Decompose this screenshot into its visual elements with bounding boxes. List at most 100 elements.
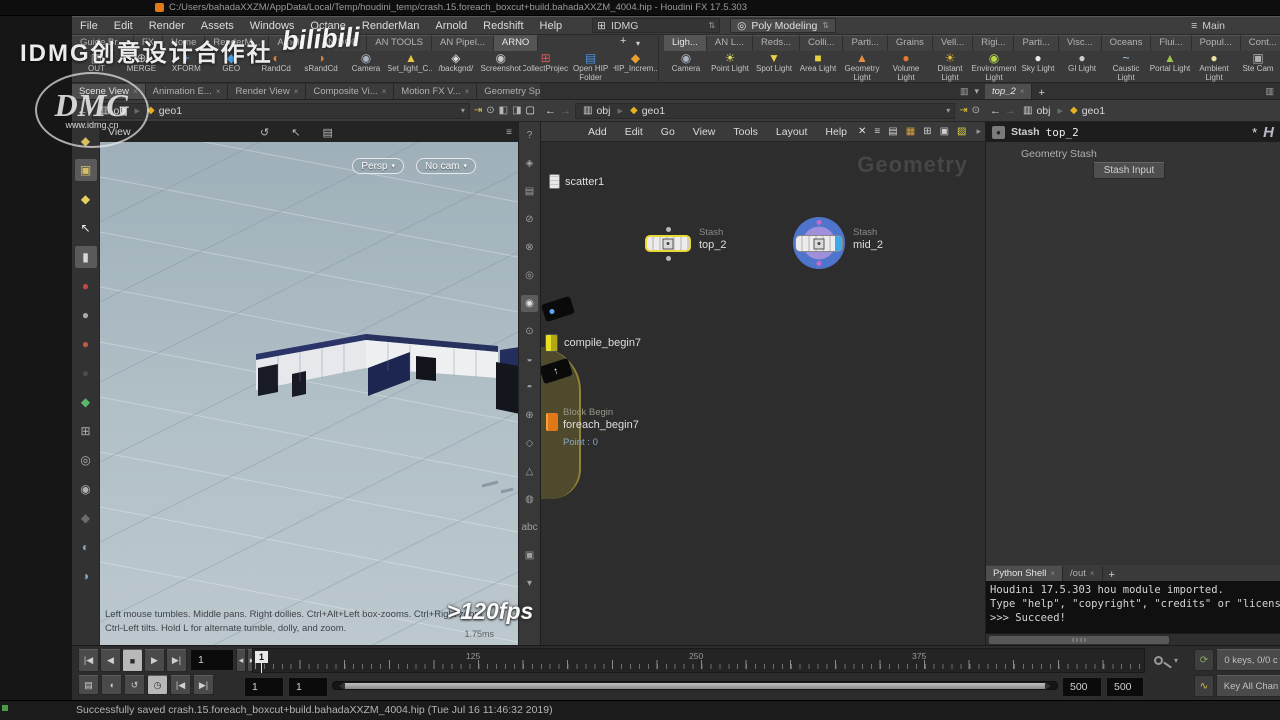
network-canvas[interactable]: Geometry scatter1 ● Stash top_2 ● Stash … xyxy=(541,142,986,645)
shelf-tab[interactable]: FX xyxy=(134,35,163,51)
pin-icon[interactable]: ⇥ xyxy=(959,105,967,116)
shelf-tab[interactable]: AN TOOLS xyxy=(367,35,432,51)
mode-selector[interactable]: ◎ Poly Modeling ⇅ xyxy=(730,18,836,33)
playback-range-slider[interactable] xyxy=(332,681,1058,690)
shell-scrollbar[interactable] xyxy=(986,633,1280,645)
scoped-channels-icon[interactable]: ▤ xyxy=(78,675,99,695)
shell-tab[interactable]: Python Shell × xyxy=(986,566,1063,581)
playback-end-field[interactable]: 500 xyxy=(1062,677,1102,697)
next-key-icon[interactable]: ▶| xyxy=(193,675,214,695)
shelf-tab[interactable]: Grains xyxy=(888,35,933,51)
path-node-chip[interactable]: ◆geo1 xyxy=(627,105,668,117)
path-node-chip[interactable]: ◆geo1 xyxy=(144,105,185,117)
shelf-add-icon[interactable]: + xyxy=(620,35,626,47)
prev-key-icon[interactable]: |◀ xyxy=(170,675,191,695)
pose-tool-icon[interactable]: ● xyxy=(75,275,97,297)
shelf-tab[interactable]: RenderM... xyxy=(205,35,269,51)
menu-item[interactable]: RenderMan xyxy=(354,20,427,32)
tool-backgnd[interactable]: ◈ /backgnd/ xyxy=(433,52,478,83)
shelf-tab[interactable]: Visc... xyxy=(1059,35,1102,51)
help-icon[interactable]: ? xyxy=(521,127,538,144)
net-tools-icon[interactable]: ✕ xyxy=(858,126,866,137)
network-menu-item[interactable]: Add xyxy=(579,126,616,138)
net-cells-icon[interactable]: ⊞ xyxy=(923,126,931,137)
audio-icon[interactable]: ◖ xyxy=(101,675,122,695)
close-tab-icon[interactable]: × xyxy=(382,87,387,96)
snap-icon[interactable]: ⊕ xyxy=(521,407,538,424)
menu-item[interactable]: Windows xyxy=(242,20,303,32)
tool-stereo-camera[interactable]: ▣ Ste Cam xyxy=(1236,52,1280,83)
muscle-tool-icon[interactable]: ● xyxy=(75,362,97,384)
forward-icon[interactable]: → xyxy=(1005,105,1016,117)
waveform-icon[interactable]: ∿ xyxy=(1194,675,1214,697)
timeline-ruler[interactable]: 125 250 375 1 xyxy=(252,648,1145,673)
path-context-chip[interactable]: ▥obj xyxy=(580,105,613,117)
tool-open-hip-folder[interactable]: ▤ Open HIP Folder xyxy=(568,52,613,83)
tool-out[interactable]: ◳ OUT xyxy=(74,52,119,83)
network-menu-item[interactable]: Tools xyxy=(724,126,767,138)
forward-icon[interactable]: → xyxy=(560,105,571,117)
menu-item[interactable]: Render xyxy=(141,20,193,32)
shell-output[interactable]: Houdini 17.5.303 hou module imported.Typ… xyxy=(986,581,1280,633)
follow-target-icon[interactable]: ⊙ xyxy=(486,105,494,116)
normals-icon[interactable]: △ xyxy=(521,463,538,480)
shelf-tab[interactable]: Flui... xyxy=(1151,35,1191,51)
snapshot-cam-icon[interactable]: ▣ xyxy=(521,547,538,564)
select-arrow-icon[interactable]: ↖ xyxy=(291,126,300,139)
shelf-tab[interactable]: Parti... xyxy=(843,35,887,51)
net-color-grid-icon[interactable]: ▦ xyxy=(906,126,915,137)
stash-input-button[interactable]: Stash Input xyxy=(1093,162,1165,179)
collapse-toolbar-icon[interactable]: ▸ xyxy=(976,126,985,137)
key-caret-icon[interactable]: ▾ xyxy=(1174,656,1178,665)
pane-tab[interactable]: Composite Vi... × xyxy=(306,84,394,99)
playhead-flag[interactable]: 1 xyxy=(255,651,268,663)
menu-item[interactable]: Edit xyxy=(106,20,141,32)
stop-button[interactable]: ■ xyxy=(122,649,143,672)
node-input-dot[interactable] xyxy=(666,227,671,232)
tool-caustic-light[interactable]: ~ Caustic Light xyxy=(1104,52,1148,83)
path-field[interactable]: ▥obj ▸ ◆geo1 ▾ xyxy=(575,103,955,119)
frame-step-back-button[interactable]: ◂ xyxy=(236,649,246,672)
shelf-tab[interactable]: Vell... xyxy=(933,35,973,51)
tool-point-light[interactable]: ☀ Point Light xyxy=(708,52,752,83)
stow-white-icon[interactable]: ▢ xyxy=(526,105,535,116)
add-box-icon[interactable]: ⊞ xyxy=(75,420,97,442)
tool-xform[interactable]: + XFORM xyxy=(164,52,209,83)
shelf-tab[interactable]: Home xyxy=(163,35,205,51)
lock-icon[interactable]: ▮ xyxy=(75,246,97,268)
tool-area-light[interactable]: ■ Area Light xyxy=(796,52,840,83)
character-tool-icon[interactable]: ◆ xyxy=(75,507,97,529)
shelf-tab[interactable]: AN DOP xyxy=(314,35,367,51)
close-tab-icon[interactable]: × xyxy=(465,87,470,96)
new-shell-tab-icon[interactable]: + xyxy=(1103,569,1121,581)
network-menu-item[interactable]: Go xyxy=(652,126,684,138)
desktop-spinner[interactable]: ⇅ xyxy=(708,21,715,30)
rocket-tool-icon[interactable]: ● xyxy=(75,333,97,355)
net-note-icon[interactable]: ▨ xyxy=(957,126,966,137)
pane-maximize-icon[interactable]: ▥ xyxy=(1265,86,1274,97)
path-caret-icon[interactable]: ▾ xyxy=(946,106,950,115)
current-frame-field[interactable]: 1 xyxy=(190,649,234,671)
menu-item[interactable]: Help xyxy=(532,20,571,32)
key-icon[interactable] xyxy=(1154,656,1163,665)
pane-tab[interactable]: Motion FX V... × xyxy=(394,84,477,99)
cube-shaded-icon[interactable]: ◨ xyxy=(512,105,521,116)
cube-display-icon[interactable]: ◧ xyxy=(499,105,508,116)
jump-start-button[interactable]: |◀ xyxy=(78,649,99,672)
auto-key-icon[interactable]: ⟳ xyxy=(1194,649,1214,671)
play-forward-button[interactable]: ▶ xyxy=(144,649,165,672)
net-tree-icon[interactable]: ≡ xyxy=(874,126,880,137)
node-stash-mid2[interactable]: ● xyxy=(795,235,843,252)
pane-tab[interactable]: Render View × xyxy=(228,84,306,99)
node-scatter1[interactable] xyxy=(549,174,560,189)
undo-anim-icon[interactable]: ↺ xyxy=(124,675,145,695)
tool-ambient-light[interactable]: ● Ambient Light xyxy=(1192,52,1236,83)
persp-selector[interactable]: Persp▾ xyxy=(352,158,404,174)
divide-icon[interactable]: ⊙ xyxy=(521,323,538,340)
view-layout-icon[interactable]: ◈ xyxy=(521,155,538,172)
camera-selector[interactable]: No cam▾ xyxy=(416,158,476,174)
pane-tab[interactable]: Scene View × xyxy=(72,84,146,99)
tool-spot-light[interactable]: ▼ Spot Light xyxy=(752,52,796,83)
back-icon[interactable]: ← xyxy=(77,105,88,117)
paint-tool-icon[interactable]: ◆ xyxy=(75,391,97,413)
